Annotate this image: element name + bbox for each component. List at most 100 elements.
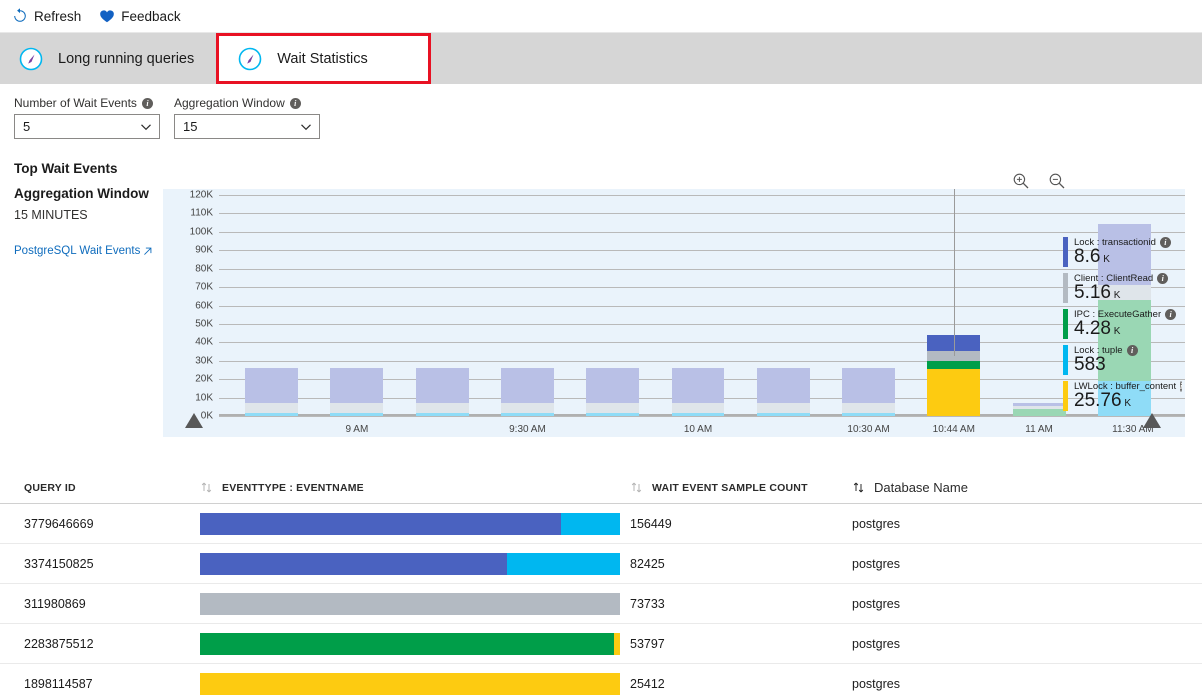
y-axis-tick: 110K [190, 207, 213, 219]
feedback-label: Feedback [121, 8, 181, 24]
range-handle-left[interactable] [185, 413, 203, 428]
legend-series-value: 5.16 K [1074, 281, 1121, 303]
postgresql-wait-events-link[interactable]: PostgreSQL Wait Events [14, 245, 164, 257]
bar-segment [586, 403, 640, 413]
gridline [219, 268, 1185, 270]
sort-icon[interactable] [200, 481, 213, 494]
command-bar: Refresh Feedback [0, 0, 1202, 33]
sort-icon[interactable] [852, 481, 865, 494]
table-header-2[interactable]: WAIT EVENT SAMPLE COUNT [630, 481, 852, 494]
chart-bar[interactable] [501, 368, 554, 416]
event-distribution-bar [200, 552, 620, 575]
table-header-3[interactable]: Database Name [852, 480, 1052, 495]
chart-bar[interactable] [671, 368, 725, 416]
gridline [219, 416, 1185, 417]
chart-bar[interactable] [415, 368, 469, 416]
bar-segment [756, 368, 810, 404]
legend-item[interactable]: Lock : tuple i 583 [1063, 344, 1181, 375]
chart-aside: Aggregation Window 15 MINUTES PostgreSQL… [14, 186, 164, 257]
x-axis-tick: 10 AM [683, 424, 713, 435]
table-header-0[interactable]: QUERY ID [24, 482, 200, 494]
selection-line [953, 189, 955, 356]
bar-segment [415, 368, 469, 404]
event-distribution-bar [200, 512, 620, 535]
legend-item[interactable]: Lock : transactionid i 8.6 K [1063, 237, 1181, 267]
refresh-button[interactable]: Refresh [12, 8, 81, 24]
y-axis-tick: 70K [195, 281, 213, 293]
field-label-text: Aggregation Window [174, 96, 285, 110]
info-icon[interactable]: i [141, 97, 153, 109]
field-label-text: Number of Wait Events [14, 96, 137, 110]
chart-bar[interactable] [245, 368, 299, 416]
zoom-out-icon[interactable] [1048, 172, 1066, 190]
chart-bar[interactable] [330, 368, 384, 416]
legend-color-swatch [1063, 272, 1068, 303]
cell-sample-count: 156449 [630, 516, 672, 531]
y-axis-tick: 100K [189, 226, 213, 238]
legend-color-swatch [1063, 380, 1068, 411]
cell-sample-count: 25412 [630, 676, 665, 691]
cell-query-id: 311980869 [24, 596, 86, 611]
bar-segment [330, 403, 384, 413]
bar-segment [245, 368, 299, 404]
legend-value-unit: K [1110, 325, 1121, 337]
bar-segment [200, 552, 507, 575]
table-row[interactable]: 2283875512 53797 postgres [0, 624, 1202, 664]
gridline [219, 342, 1185, 344]
bar-segment [671, 412, 725, 416]
bar-segment [501, 403, 554, 413]
bar-segment [330, 412, 384, 416]
gridline [219, 287, 1185, 289]
tab-wait-statistics[interactable]: Wait Statistics [216, 33, 432, 84]
gridline [219, 360, 1185, 362]
zoom-in-icon[interactable] [1012, 172, 1030, 190]
table-header-label: Database Name [874, 480, 968, 495]
cell-query-id: 3779646669 [24, 516, 94, 531]
cell-sample-count: 82425 [630, 556, 665, 571]
table-row[interactable]: 3779646669 156449 postgres [0, 504, 1202, 544]
cell-query-id: 3374150825 [24, 556, 94, 571]
legend-color-swatch [1063, 308, 1068, 339]
table-body: 3779646669 156449 postgres 3374150825 82425 p… [0, 504, 1202, 697]
chart-zoom-controls [1012, 172, 1066, 190]
gridline [219, 231, 1185, 233]
legend-text: Lock : tuple i 583 [1074, 344, 1181, 375]
info-icon[interactable]: i [1159, 237, 1171, 248]
y-axis-tick: 10K [195, 392, 213, 404]
select-value: 5 [23, 119, 31, 134]
legend-series-value: 8.6 K [1074, 246, 1110, 267]
chart-region: Aggregation Window 15 MINUTES PostgreSQL… [0, 173, 1202, 456]
chart-bar[interactable] [756, 368, 810, 416]
table-header-1[interactable]: EVENTTYPE : EVENTNAME [200, 481, 630, 494]
external-link-icon [144, 247, 152, 255]
aggregation-window-select[interactable]: 15 [174, 114, 320, 139]
legend-item[interactable]: Client : ClientRead i 5.16 K [1063, 272, 1181, 303]
chart-bar[interactable] [842, 368, 895, 416]
table-row[interactable]: 3374150825 82425 postgres [0, 544, 1202, 584]
y-axis-tick: 60K [195, 300, 213, 311]
info-icon[interactable]: i [1126, 344, 1138, 356]
cell-eventtype-bar [200, 672, 630, 695]
chart-bar[interactable] [1012, 402, 1066, 416]
tab-long-running-queries[interactable]: Long running queries [0, 33, 216, 84]
y-axis-tick: 80K [195, 263, 213, 275]
info-icon[interactable]: i [1165, 308, 1177, 320]
y-axis-tick: 30K [195, 355, 213, 367]
bar-segment [927, 360, 981, 369]
number-of-wait-events-select[interactable]: 5 [14, 114, 160, 139]
legend-item[interactable]: IPC : ExecuteGather i 4.28 K [1063, 308, 1181, 339]
chart-bar[interactable] [586, 368, 640, 416]
feedback-button[interactable]: Feedback [99, 8, 181, 24]
table-row[interactable]: 311980869 73733 postgres [0, 584, 1202, 624]
sort-icon[interactable] [630, 481, 643, 494]
info-icon[interactable]: i [289, 97, 301, 109]
link-label: PostgreSQL Wait Events [14, 245, 141, 257]
cell-eventtype-bar [200, 512, 630, 535]
wait-events-chart[interactable]: 0K 10K 20K 30K 40K 50K 60K 70K 80K 90K 100K 110K 120… [163, 189, 1185, 437]
legend-item[interactable]: LWLock : buffer_content i 25.76 K [1063, 380, 1183, 411]
table-row[interactable]: 1898114587 25412 postgres [0, 664, 1202, 697]
legend-text: IPC : ExecuteGather i 4.28 K [1074, 308, 1181, 339]
bar-segment [200, 632, 614, 655]
bar-segment [200, 592, 620, 615]
chevron-down-icon [141, 123, 151, 130]
